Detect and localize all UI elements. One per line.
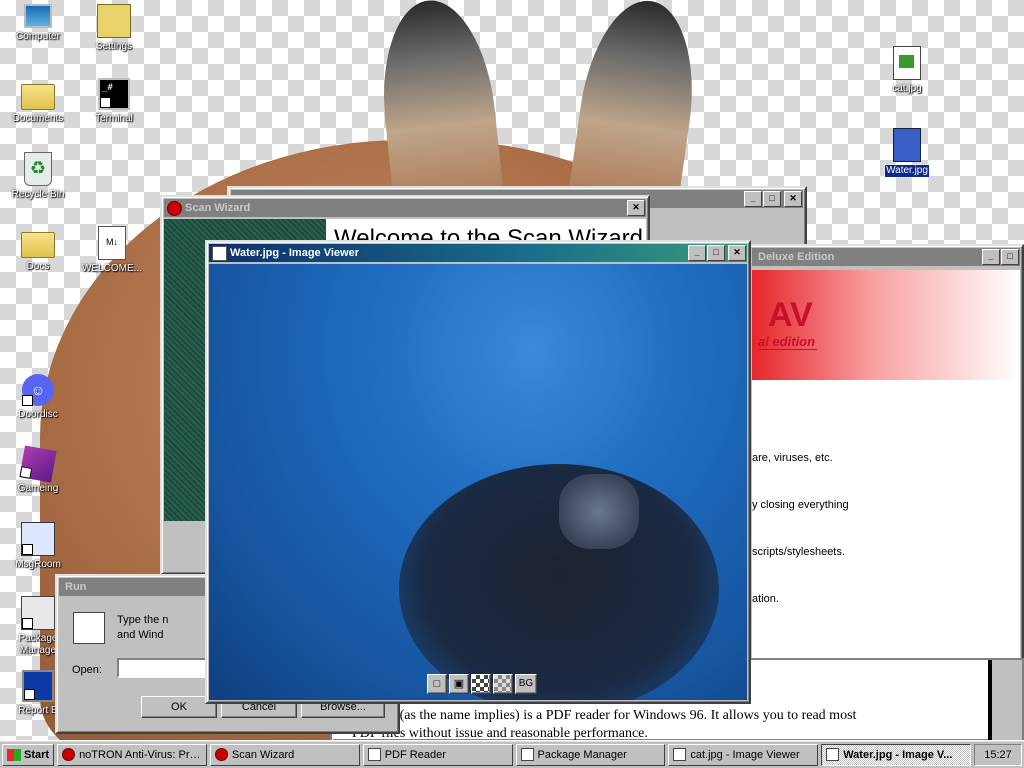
taskbar: Start noTRON Anti-Virus: Prof... Scan Wi… — [0, 740, 1024, 768]
image-subject-face — [559, 474, 639, 549]
maximize-button[interactable]: □ — [763, 191, 781, 207]
image-canvas — [209, 264, 747, 700]
report-icon — [22, 670, 54, 702]
pdf-icon — [367, 748, 381, 761]
antivirus-content: AV al edition are, viruses, etc. y closi… — [752, 270, 1020, 660]
computer-icon — [24, 4, 52, 28]
recycle-bin-icon: ♻ — [24, 152, 52, 186]
clock: 15:27 — [974, 743, 1022, 766]
desktop-icon-water-jpg[interactable]: Water.jpg — [869, 128, 945, 178]
close-button[interactable]: ✕ — [784, 191, 802, 207]
package-icon — [520, 748, 534, 761]
background-button[interactable]: BG — [515, 674, 537, 694]
pdf-body-line: ader (as the name implies) is a PDF read… — [372, 708, 857, 723]
folder-icon — [21, 84, 55, 110]
desktop-icon-recycle-bin[interactable]: ♻ Recycle Bin — [0, 152, 76, 201]
settings-icon — [97, 4, 131, 38]
antivirus-feature-line: are, viruses, etc. — [752, 452, 833, 464]
minimize-button[interactable]: _ — [688, 245, 706, 261]
desktop-icon-docs[interactable]: Docs — [0, 226, 76, 273]
antivirus-feature-line: y closing everything — [752, 499, 849, 511]
close-button[interactable]: ✕ — [627, 200, 645, 216]
image-file-icon — [673, 748, 687, 761]
pdf-scrollbar[interactable] — [988, 660, 1022, 740]
viewer-toolbar: □ ▣ BG — [427, 674, 537, 694]
checker-light-background-icon[interactable] — [493, 674, 513, 694]
close-button[interactable]: ✕ — [728, 245, 746, 261]
desktop-icon-terminal[interactable]: _# Terminal — [76, 78, 152, 125]
taskbar-item-cat-viewer[interactable]: cat.jpg - Image Viewer — [668, 743, 819, 766]
windows-logo-icon — [7, 748, 21, 761]
image-viewer-titlebar[interactable]: Water.jpg - Image Viewer _ □ ✕ — [209, 244, 747, 262]
taskbar-item-water-viewer[interactable]: Water.jpg - Image V... — [821, 743, 972, 766]
desktop-icon-doordisc[interactable]: ☺ Doordisc — [0, 374, 76, 421]
fit-window-icon[interactable]: □ — [427, 674, 447, 694]
notron-icon — [62, 748, 76, 761]
antivirus-feature-line: scripts/stylesheets. — [752, 546, 845, 558]
antivirus-logo-subtitle: al edition — [758, 334, 818, 350]
image-viewer-window[interactable]: Water.jpg - Image Viewer _ □ ✕ □ ▣ BG — [205, 240, 751, 704]
folder-icon — [21, 232, 55, 258]
desktop-icon-cat-jpg[interactable]: cat.jpg — [869, 46, 945, 95]
image-file-icon — [826, 748, 840, 761]
start-button[interactable]: Start — [2, 743, 55, 766]
image-file-icon — [893, 128, 921, 162]
run-description: and Wind — [117, 629, 164, 641]
desktop-icon-documents[interactable]: Documents — [0, 78, 76, 125]
minimize-button[interactable]: _ — [982, 249, 1000, 265]
taskbar-item-pdf-reader[interactable]: PDF Reader — [362, 743, 513, 766]
run-open-label: Open: — [72, 664, 102, 676]
taskbar-item-package-manager[interactable]: Package Manager — [515, 743, 666, 766]
minimize-button[interactable]: _ — [744, 191, 762, 207]
checker-background-icon[interactable] — [471, 674, 491, 694]
antivirus-logo: AV — [768, 296, 813, 334]
cube-icon — [19, 445, 57, 483]
terminal-icon: _# — [98, 78, 130, 110]
antivirus-feature-line: ation. — [752, 593, 779, 605]
desktop-icon-settings[interactable]: Settings — [76, 4, 152, 53]
taskbar-item-notron[interactable]: noTRON Anti-Virus: Prof... — [57, 743, 207, 766]
discord-icon: ☺ — [22, 374, 54, 406]
run-description: Type the n — [117, 614, 169, 626]
desktop-icon-computer[interactable]: Computer — [0, 4, 76, 43]
antivirus-titlebar[interactable]: Deluxe Edition _ □ — [752, 248, 1020, 266]
maximize-button[interactable]: □ — [707, 245, 725, 261]
actual-size-icon[interactable]: ▣ — [449, 674, 469, 694]
notron-icon — [214, 748, 228, 761]
package-icon — [21, 596, 55, 630]
desktop-icon-welcome[interactable]: M↓ WELCOME... — [74, 226, 150, 275]
maximize-button[interactable]: □ — [1001, 249, 1019, 265]
markdown-file-icon: M↓ — [98, 226, 126, 260]
chat-icon — [21, 522, 55, 556]
image-file-icon — [893, 46, 921, 80]
run-icon — [73, 612, 105, 644]
image-file-icon — [212, 245, 227, 261]
notron-icon — [167, 200, 182, 216]
antivirus-window[interactable]: Deluxe Edition _ □ AV al edition are, vi… — [748, 244, 1024, 664]
antivirus-banner: AV al edition — [752, 270, 1020, 380]
desktop-icon-gameing[interactable]: Gameing — [0, 445, 76, 495]
desktop-icon-msgroom[interactable]: MsgRoom — [0, 522, 76, 571]
scan-wizard-titlebar[interactable]: Scan Wizard ✕ — [164, 199, 646, 217]
taskbar-item-scan-wizard[interactable]: Scan Wizard — [209, 743, 360, 766]
